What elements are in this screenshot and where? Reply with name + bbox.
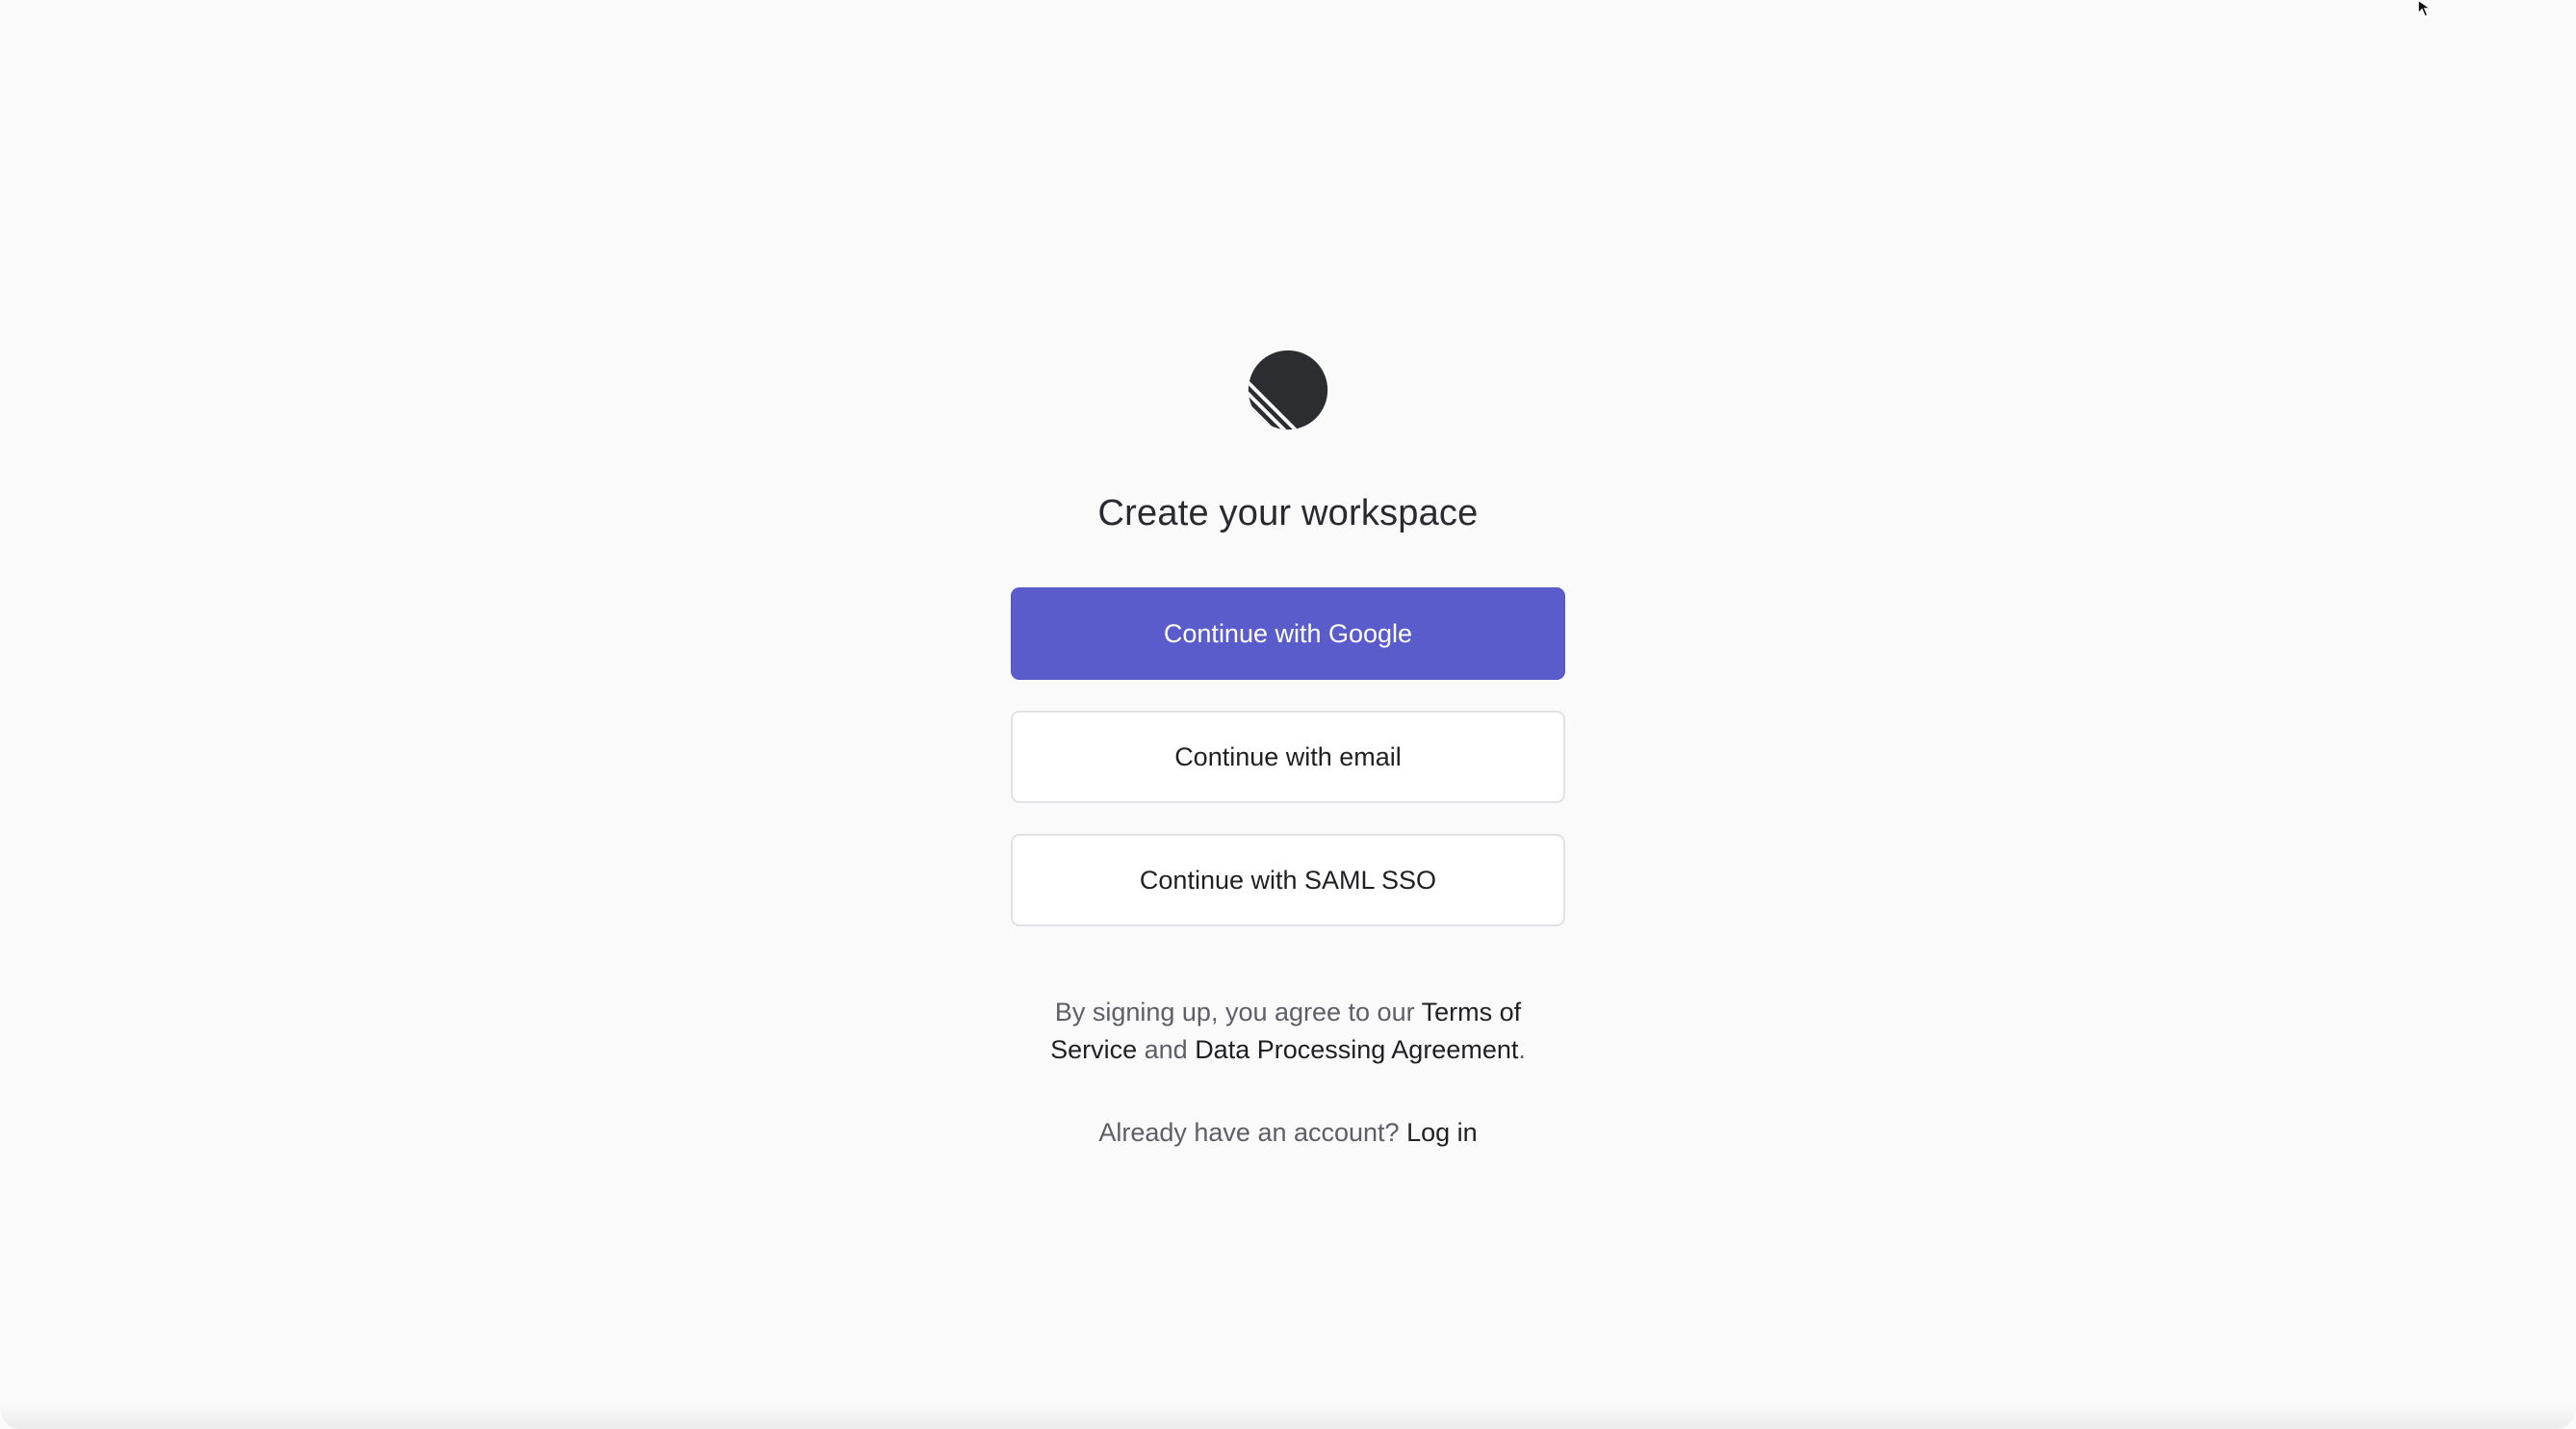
continue-with-email-label: Continue with email: [1174, 741, 1402, 771]
signup-page: Create your workspace Continue with Goog…: [0, 0, 2576, 1429]
mouse-cursor-icon: [2417, 0, 2434, 17]
linear-logo-icon: [1248, 350, 1328, 430]
login-prompt-text: Already have an account?: [1098, 1118, 1407, 1147]
legal-suffix: .: [1518, 1035, 1526, 1064]
continue-with-google-label: Continue with Google: [1163, 618, 1413, 648]
continue-with-saml-sso-label: Continue with SAML SSO: [1139, 865, 1437, 895]
legal-middle: and: [1137, 1035, 1196, 1064]
page-title: Create your workspace: [1097, 493, 1479, 533]
legal-prefix: By signing up, you agree to our: [1054, 998, 1422, 1026]
continue-with-saml-sso-button[interactable]: Continue with SAML SSO: [1011, 834, 1565, 926]
login-prompt: Already have an account? Log in: [1011, 1118, 1565, 1148]
continue-with-email-button[interactable]: Continue with email: [1011, 711, 1565, 803]
window-bottom-edge: [0, 1404, 2576, 1429]
log-in-link[interactable]: Log in: [1406, 1118, 1478, 1147]
legal-notice: By signing up, you agree to our Terms of…: [1011, 994, 1565, 1069]
continue-with-google-button[interactable]: Continue with Google: [1011, 587, 1565, 680]
data-processing-agreement-link[interactable]: Data Processing Agreement: [1195, 1035, 1518, 1064]
